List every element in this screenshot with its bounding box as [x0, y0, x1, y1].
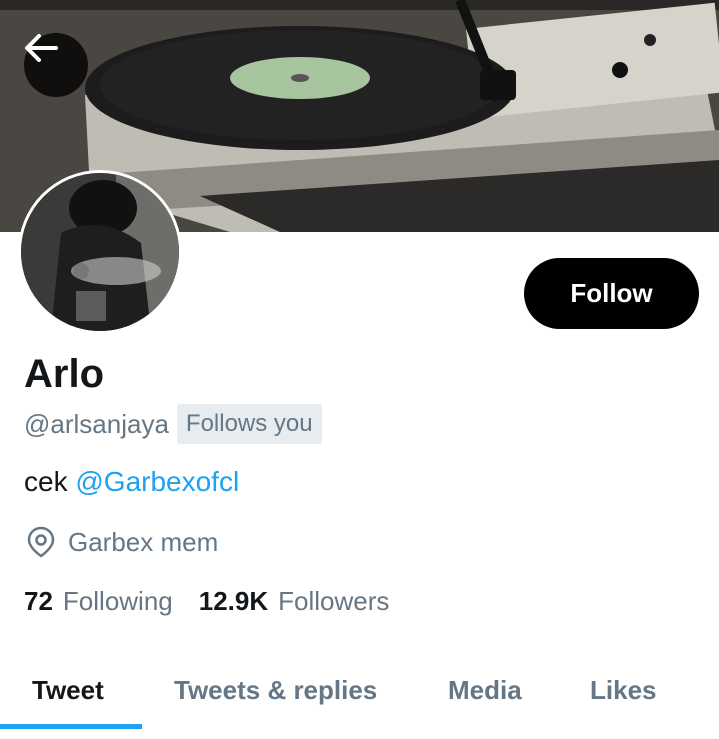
tab-tweet[interactable]: Tweet	[32, 655, 104, 725]
profile-bio: cek @Garbexofcl	[24, 466, 239, 498]
following-count: 72	[24, 586, 53, 616]
active-tab-indicator	[0, 724, 142, 729]
avatar-image	[21, 173, 179, 331]
profile-name: Arlo	[24, 352, 104, 396]
followers-label: Followers	[278, 586, 390, 616]
tab-media[interactable]: Media	[448, 655, 522, 725]
location-pin-icon	[27, 526, 55, 558]
profile-handle: @arlsanjaya	[24, 408, 169, 439]
follows-you-badge: Follows you	[176, 404, 322, 444]
bio-mention-link[interactable]: @Garbexofcl	[75, 466, 239, 497]
avatar[interactable]	[18, 170, 182, 334]
followers-link[interactable]: 12.9K Followers	[199, 586, 390, 617]
following-link[interactable]: 72 Following	[24, 586, 173, 617]
follow-button[interactable]: Follow	[524, 258, 699, 329]
arrow-left-icon	[25, 34, 58, 62]
tab-likes[interactable]: Likes	[590, 655, 657, 725]
location-text: Garbex mem	[68, 526, 219, 557]
profile-tabs: Tweet Tweets & replies Media Likes	[0, 655, 719, 729]
followers-count: 12.9K	[198, 586, 269, 616]
bio-text: cek	[24, 466, 68, 497]
following-label: Following	[62, 586, 173, 616]
profile-location: Garbex mem	[26, 526, 218, 558]
profile-stats: 72 Following 12.9K Followers	[24, 586, 389, 617]
tab-tweets-replies[interactable]: Tweets & replies	[174, 655, 377, 725]
back-button[interactable]	[24, 33, 88, 97]
handle-row: @arlsanjaya Follows you	[24, 404, 322, 444]
